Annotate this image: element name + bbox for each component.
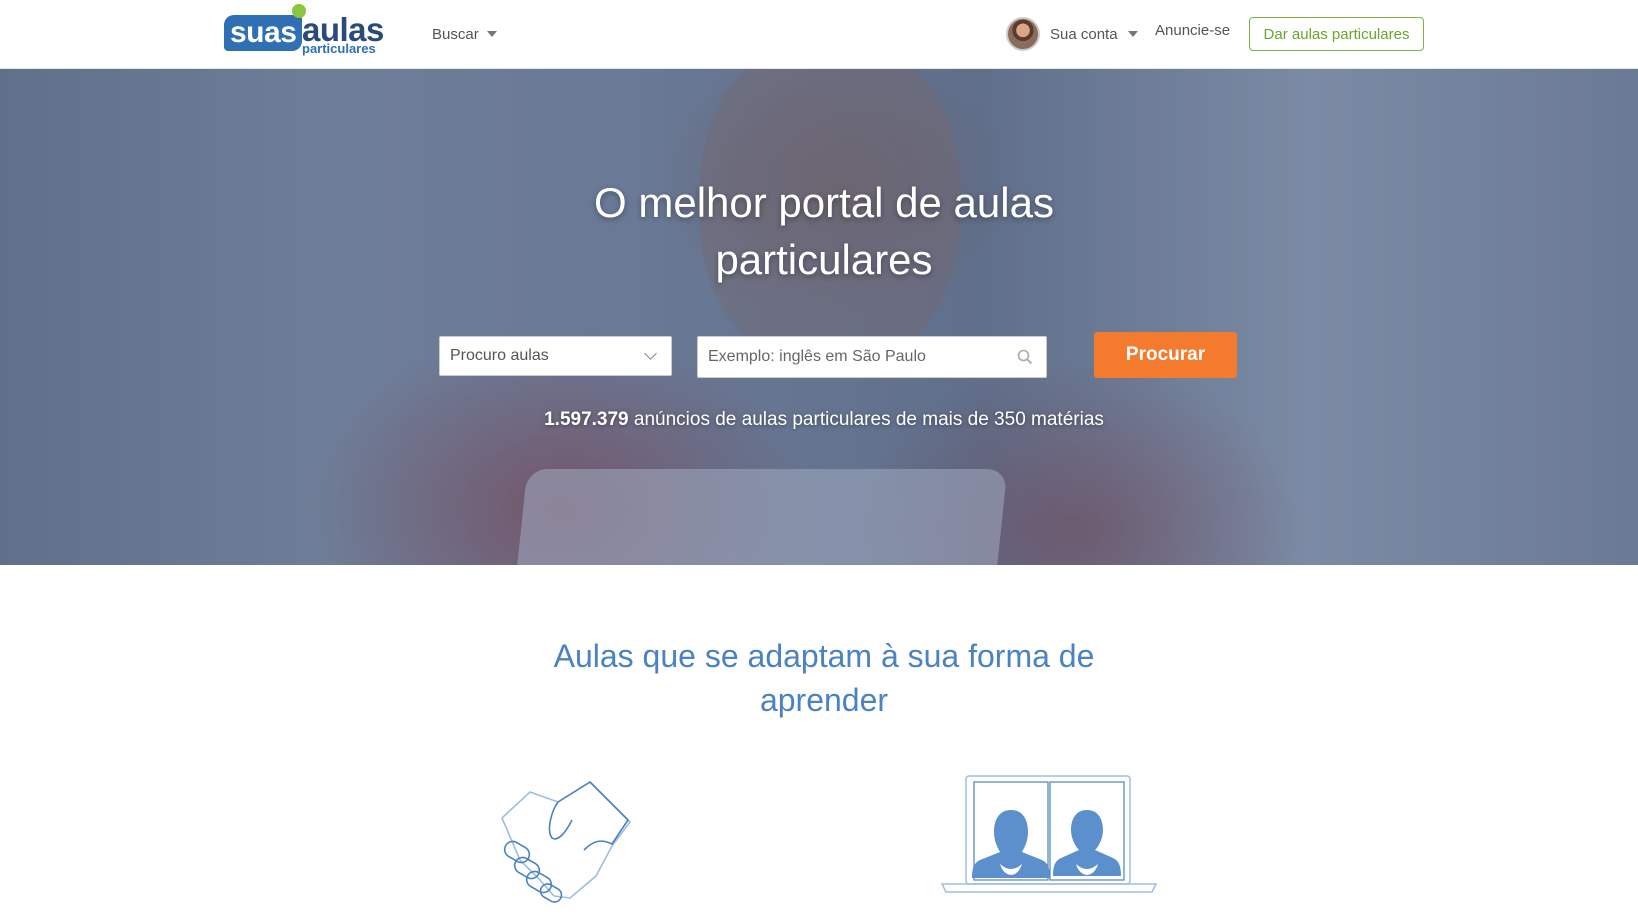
select-value: Procuro aulas <box>450 347 549 364</box>
caret-down-icon <box>486 31 497 37</box>
stats-line: 1.597.379 anúncios de aulas particulares… <box>419 409 1229 431</box>
stats-text: anúncios de aulas particulares de mais d… <box>633 409 1104 430</box>
anuncie-link[interactable]: Anuncie-se <box>1155 22 1230 39</box>
hero-overlay <box>0 69 1638 565</box>
search-icon[interactable] <box>1010 342 1040 372</box>
hero-title: O melhor portal de aulas particulares <box>594 179 1054 283</box>
account-label: Sua conta <box>1050 25 1118 43</box>
suasaulas-logo[interactable]: suas aulas particulares <box>224 4 386 58</box>
stats-count: 1.597.379 <box>544 409 629 430</box>
top-navbar: suas aulas particulares Buscar Sua conta… <box>0 0 1638 69</box>
buscar-label: Buscar <box>432 25 479 43</box>
handshake-icon <box>501 781 631 903</box>
account-menu[interactable]: Sua conta <box>1006 17 1138 51</box>
logo-subtitle: particulares <box>302 41 376 56</box>
caret-down-icon <box>1127 31 1138 37</box>
avatar <box>1006 17 1040 51</box>
hero-banner: O melhor portal de aulas particulares Pr… <box>0 69 1638 565</box>
search-box[interactable] <box>697 336 1047 378</box>
lesson-type-select[interactable]: Procuro aulas <box>439 336 672 376</box>
video-call-icon <box>940 775 1158 893</box>
logo-suas-text: suas <box>224 15 303 51</box>
procurar-button[interactable]: Procurar <box>1094 332 1237 378</box>
search-input[interactable] <box>698 337 1010 377</box>
dar-aulas-button[interactable]: Dar aulas particulares <box>1249 17 1424 51</box>
section-title: Aulas que se adaptam à sua forma de apre… <box>553 638 1095 718</box>
chevron-down-icon <box>644 347 657 360</box>
buscar-menu[interactable]: Buscar <box>432 22 497 46</box>
